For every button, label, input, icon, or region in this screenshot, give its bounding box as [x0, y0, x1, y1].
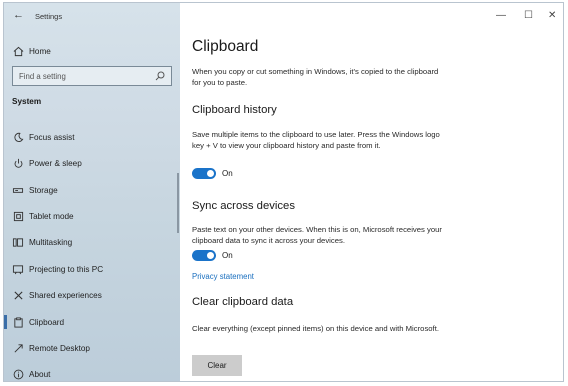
sidebar-item-shared-experiences[interactable]: Shared experiences [4, 283, 180, 307]
sidebar-item-label: Power & sleep [29, 158, 82, 168]
search-input[interactable]: Find a setting [12, 66, 172, 86]
storage-icon [11, 183, 25, 197]
projecting-icon [11, 262, 25, 276]
toggle-knob [207, 252, 214, 259]
sync-heading: Sync across devices [192, 200, 295, 212]
minimize-button[interactable]: — [496, 10, 506, 21]
power-icon [11, 156, 25, 170]
search-icon[interactable] [154, 70, 166, 82]
title-bar: ← Settings [4, 3, 180, 31]
sidebar-item-about[interactable]: About [4, 362, 180, 381]
sidebar-item-label: Home [29, 46, 51, 56]
shared-experiences-icon [11, 288, 25, 302]
sidebar-item-tablet-mode[interactable]: Tablet mode [4, 204, 180, 228]
sidebar-item-focus-assist[interactable]: Focus assist [4, 125, 180, 149]
clear-data-description: Clear everything (except pinned items) o… [192, 324, 439, 333]
sync-state: On [222, 251, 233, 260]
back-arrow-icon[interactable]: ← [13, 9, 24, 21]
sidebar-item-label: Multitasking [29, 237, 73, 247]
sidebar-item-multitasking[interactable]: Multitasking [4, 230, 180, 254]
maximize-button[interactable]: ☐ [524, 10, 533, 21]
section-label: System [12, 97, 42, 106]
sidebar-item-label: Focus assist [29, 132, 75, 142]
sidebar-scrollbar[interactable] [177, 173, 179, 233]
close-button[interactable]: ✕ [548, 10, 556, 21]
clear-button[interactable]: Clear [192, 355, 242, 376]
sidebar-item-label: Tablet mode [29, 211, 74, 221]
clipboard-history-toggle[interactable] [192, 168, 216, 179]
page-title: Clipboard [192, 38, 259, 55]
sidebar-item-home[interactable]: Home [4, 39, 180, 63]
sidebar-item-remote-desktop[interactable]: Remote Desktop [4, 336, 180, 360]
sidebar-item-clipboard[interactable]: Clipboard [4, 310, 180, 334]
clipboard-icon [11, 315, 25, 329]
sidebar-item-label: Shared experiences [29, 290, 102, 300]
multitasking-icon [11, 235, 25, 249]
sidebar-item-storage[interactable]: Storage [4, 178, 180, 202]
remote-desktop-icon [11, 341, 25, 355]
home-icon [11, 44, 25, 58]
sync-toggle[interactable] [192, 250, 216, 261]
window-title: Settings [35, 12, 63, 21]
clipboard-history-heading: Clipboard history [192, 104, 277, 116]
sync-description: Paste text on your other devices. When t… [192, 225, 442, 245]
sidebar-item-label: Clipboard [29, 317, 65, 327]
clipboard-history-state: On [222, 169, 233, 178]
tablet-mode-icon [11, 209, 25, 223]
sidebar: ← Settings Home Find a setting System Fo… [4, 3, 180, 381]
intro-text: When you copy or cut something in Window… [192, 67, 439, 87]
moon-icon [11, 130, 25, 144]
search-placeholder: Find a setting [19, 72, 66, 81]
clipboard-history-description: Save multiple items to the clipboard to … [192, 130, 440, 150]
sidebar-item-power-sleep[interactable]: Power & sleep [4, 151, 180, 175]
sidebar-item-label: Storage [29, 185, 58, 195]
sidebar-item-label: Projecting to this PC [29, 264, 104, 274]
privacy-statement-link[interactable]: Privacy statement [192, 272, 254, 281]
sidebar-item-label: Remote Desktop [29, 343, 90, 353]
main-content: — ☐ ✕ Clipboard When you copy or cut som… [180, 3, 563, 381]
clear-data-heading: Clear clipboard data [192, 296, 294, 308]
info-icon [11, 367, 25, 381]
settings-window: ← Settings Home Find a setting System Fo… [3, 2, 564, 382]
toggle-knob [207, 170, 214, 177]
sidebar-item-label: About [29, 369, 51, 379]
sidebar-item-projecting[interactable]: Projecting to this PC [4, 257, 180, 281]
